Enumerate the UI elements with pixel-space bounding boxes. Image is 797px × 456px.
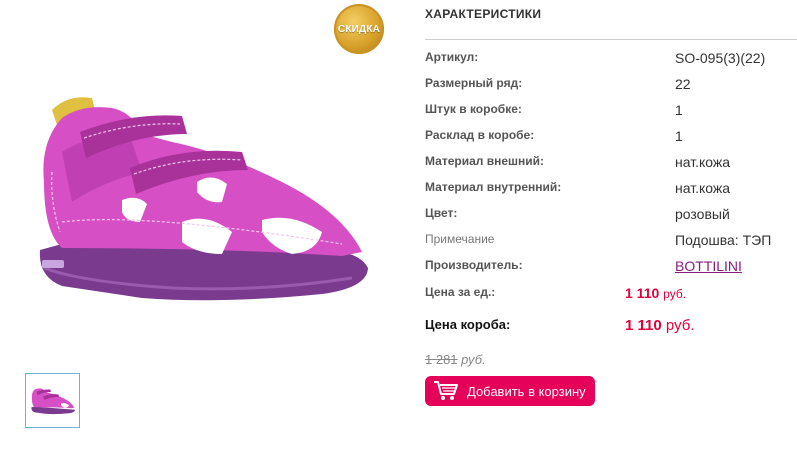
spec-row-note: Примечание Подошва: ТЭП	[425, 232, 797, 252]
product-photo[interactable]	[22, 72, 382, 332]
spec-value: SO-095(3)(22)	[675, 50, 766, 66]
spec-value: 1	[675, 102, 683, 118]
spec-row-outer-material: Материал внешний: нат.кожа	[425, 154, 797, 174]
spec-label: Цвет:	[425, 206, 458, 220]
spec-label: Материал внешний:	[425, 154, 545, 168]
spec-label: Примечание	[425, 232, 495, 246]
unit-price-value: 1 110 руб.	[625, 285, 687, 301]
sandal-image	[39, 97, 368, 301]
spec-label: Артикул:	[425, 50, 479, 64]
box-price-value: 1 110 руб.	[625, 317, 695, 334]
spec-label: Штук в коробке:	[425, 102, 522, 116]
old-price: 1 281 руб.	[425, 352, 486, 367]
spec-row-manufacturer: Производитель: BOTTILINI	[425, 258, 797, 278]
spec-value: Подошва: ТЭП	[675, 232, 772, 248]
discount-badge: СКИДКА	[334, 4, 384, 54]
spec-label: Размерный ряд:	[425, 76, 523, 90]
unit-price-label: Цена за ед.:	[425, 285, 496, 299]
spec-value: нат.кожа	[675, 180, 731, 196]
spec-label: Производитель:	[425, 258, 523, 272]
spec-label: Материал внутренний:	[425, 180, 562, 194]
spec-row-pieces-in-box: Штук в коробке: 1	[425, 102, 797, 122]
box-price-row: Цена короба: 1 110 руб.	[425, 317, 797, 337]
old-price-value: 1 281	[425, 352, 458, 367]
spec-row-inner-material: Материал внутренний: нат.кожа	[425, 180, 797, 200]
sandal-thumbnail-image	[30, 387, 75, 414]
spec-row-box-layout: Расклад в коробе: 1	[425, 128, 797, 148]
box-price-label: Цена короба:	[425, 317, 511, 332]
spec-value: 1	[675, 128, 683, 144]
characteristics-title: ХАРАКТЕРИСТИКИ	[425, 7, 542, 21]
product-image-area: СКИДКА	[0, 0, 400, 456]
add-to-cart-button[interactable]: Добавить в корзину	[425, 376, 595, 406]
cart-icon	[433, 380, 459, 402]
spec-row-color: Цвет: розовый	[425, 206, 797, 226]
spec-label: Расклад в коробе:	[425, 128, 535, 142]
spec-value: 22	[675, 76, 691, 92]
spec-row-article: Артикул: SO-095(3)(22)	[425, 50, 797, 70]
spec-value: розовый	[675, 206, 730, 222]
spec-row-size-range: Размерный ряд: 22	[425, 76, 797, 96]
manufacturer-link[interactable]: BOTTILINI	[675, 258, 742, 274]
spec-value: нат.кожа	[675, 154, 731, 170]
product-thumbnail[interactable]	[25, 373, 80, 428]
unit-price-row: Цена за ед.: 1 110 руб.	[425, 285, 797, 305]
old-price-currency: руб.	[461, 352, 486, 367]
add-to-cart-label: Добавить в корзину	[467, 383, 586, 399]
title-divider	[425, 39, 797, 40]
